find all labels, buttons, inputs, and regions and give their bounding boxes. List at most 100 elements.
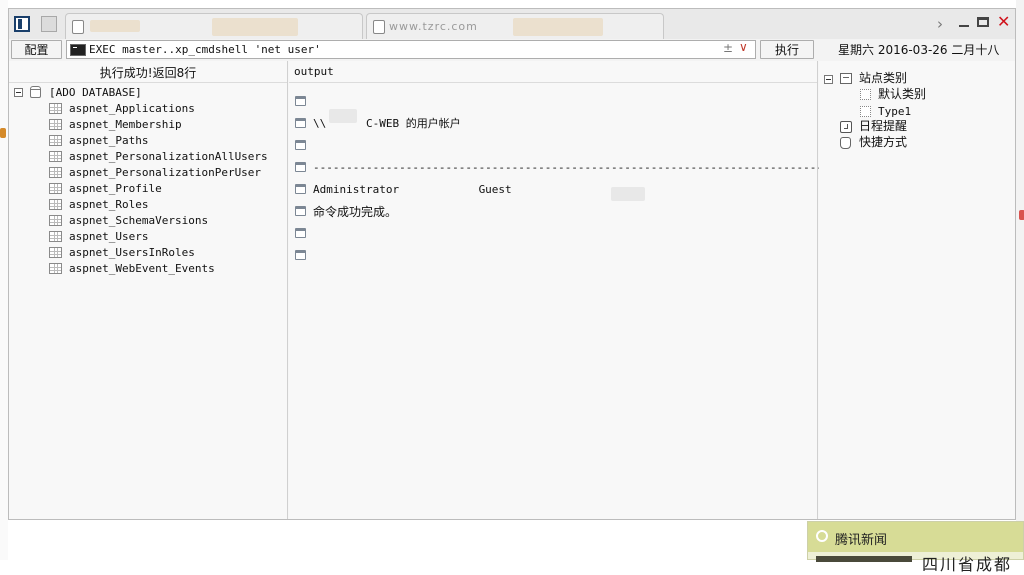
table-row[interactable]: aspnet_SchemaVersions <box>9 213 279 229</box>
output-cell: 命令成功完成。 <box>313 205 398 219</box>
tab-label: www.tzrc.com <box>389 20 478 33</box>
redacted-block <box>611 187 645 201</box>
app-tab-icon[interactable] <box>41 16 57 32</box>
tab-database[interactable] <box>65 13 363 39</box>
news-logo-icon <box>816 530 828 542</box>
table-row[interactable]: aspnet_Profile <box>9 181 279 197</box>
table-row[interactable]: aspnet_Users <box>9 229 279 245</box>
table-icon <box>49 263 62 274</box>
news-headline[interactable]: 四川省成都 <box>922 551 1012 575</box>
desktop-icon-fragment <box>0 128 6 138</box>
sidebar-item-type1[interactable]: Type1 <box>819 104 1009 120</box>
output-cell: ----------------------------------------… <box>313 161 837 174</box>
execute-button[interactable]: 执行 <box>760 40 814 59</box>
table-row[interactable]: aspnet_UsersInRoles <box>9 245 279 261</box>
row-icon <box>295 206 306 216</box>
redacted-block <box>329 109 357 123</box>
page-tab-icon <box>373 20 385 34</box>
table-row[interactable]: aspnet_Paths <box>9 133 279 149</box>
table-icon <box>49 215 62 226</box>
desktop-icon-fragment <box>1019 210 1024 220</box>
config-button[interactable]: 配置 <box>11 40 62 59</box>
status-header: 执行成功!返回8行 <box>9 61 287 83</box>
sidebar-item-schedule[interactable]: 日程提醒 <box>819 119 1009 135</box>
site-icon <box>840 73 852 84</box>
chevron-down-icon[interactable]: ∨ <box>739 40 748 54</box>
database-tab-icon <box>72 20 84 34</box>
news-popup-title: 腾讯新闻 <box>835 533 888 548</box>
table-name: aspnet_SchemaVersions <box>69 214 209 227</box>
close-icon[interactable]: ✕ <box>997 13 1010 31</box>
table-row[interactable]: aspnet_Roles <box>9 197 279 213</box>
sidebar-item-shortcuts[interactable]: 快捷方式 <box>819 135 1009 151</box>
output-cell: Administrator Guest <box>313 183 512 196</box>
date-display: 星期六 2016-03-26 二月十八 <box>838 43 1000 57</box>
command-toolbar: 配置 EXEC master..xp_cmdshell 'net user' ±… <box>9 39 1015 61</box>
sidebar-item-site-category[interactable]: 站点类别 <box>819 71 1009 87</box>
tab-site[interactable]: www.tzrc.com <box>366 13 664 39</box>
hand-icon <box>840 137 851 149</box>
collapse-icon[interactable] <box>824 75 833 84</box>
sidebar-toggle-icon[interactable] <box>14 16 30 32</box>
collapse-icon[interactable] <box>14 88 23 97</box>
news-popup-header: 腾讯新闻 <box>808 522 1023 552</box>
table-name: aspnet_Paths <box>69 134 149 147</box>
table-icon <box>49 119 62 130</box>
news-thumbnail[interactable] <box>816 556 912 562</box>
table-row[interactable]: aspnet_Applications <box>9 101 279 117</box>
news-popup[interactable]: 腾讯新闻 四川省成都 <box>807 521 1024 574</box>
table-icon <box>49 231 62 242</box>
table-row[interactable]: aspnet_PersonalizationAllUsers <box>9 149 279 165</box>
redacted-block <box>513 18 603 36</box>
output-header: output <box>289 61 817 83</box>
row-icon <box>295 162 306 172</box>
maximize-icon[interactable] <box>977 17 989 27</box>
chevron-right-icon[interactable]: › <box>937 15 943 33</box>
output-row[interactable] <box>295 247 805 265</box>
row-icon <box>295 118 306 128</box>
tab-bar: www.tzrc.com › ✕ <box>9 9 1015 40</box>
redacted-block <box>212 18 298 36</box>
table-name: aspnet_Roles <box>69 198 149 211</box>
table-name: aspnet_Applications <box>69 102 195 115</box>
table-name: aspnet_Users <box>69 230 149 243</box>
row-icon <box>295 250 306 260</box>
table-row[interactable]: aspnet_WebEvent_Events <box>9 261 279 277</box>
output-panel: output \\ C-WEB 的用户帐户 -------------------… <box>289 61 836 519</box>
output-column-header: output <box>294 65 334 78</box>
folder-icon <box>860 106 871 117</box>
table-name: aspnet_Profile <box>69 182 162 195</box>
sidebar-item-label: 快捷方式 <box>859 135 908 149</box>
output-row[interactable] <box>295 93 805 111</box>
table-name: aspnet_Membership <box>69 118 182 131</box>
redacted-block <box>90 20 140 32</box>
status-text: 执行成功!返回8行 <box>99 66 197 80</box>
table-row[interactable]: aspnet_PersonalizationPerUser <box>9 165 279 181</box>
desktop-right-edge <box>1016 0 1024 560</box>
minimize-icon[interactable] <box>959 25 969 27</box>
output-row[interactable]: 命令成功完成。 <box>295 203 805 221</box>
sidebar-item-label: 默认类别 <box>878 87 927 101</box>
plus-minus-icon[interactable]: ± <box>723 41 733 55</box>
table-row[interactable]: aspnet_Membership <box>9 117 279 133</box>
row-icon <box>295 228 306 238</box>
database-tree-panel: 执行成功!返回8行 [ADO DATABASE] aspnet_Applicat… <box>9 61 288 519</box>
output-row[interactable] <box>295 225 805 243</box>
output-row[interactable]: ----------------------------------------… <box>295 159 836 177</box>
sidebar-item-label: 日程提醒 <box>859 119 908 133</box>
table-name: aspnet_PersonalizationPerUser <box>69 166 262 179</box>
sidebar-item-default-category[interactable]: 默认类别 <box>819 87 1009 103</box>
tree-root-label: [ADO DATABASE] <box>49 86 142 99</box>
command-input[interactable]: EXEC master..xp_cmdshell 'net user' ± ∨ <box>66 40 756 59</box>
table-icon <box>49 199 62 210</box>
desktop-left-edge <box>0 0 8 560</box>
tree-root[interactable]: [ADO DATABASE] <box>9 85 279 101</box>
table-icon <box>49 167 62 178</box>
output-row[interactable]: \\ C-WEB 的用户帐户 <box>295 115 805 133</box>
output-row[interactable] <box>295 137 805 155</box>
command-text: EXEC master..xp_cmdshell 'net user' <box>89 43 321 56</box>
database-icon <box>30 86 41 98</box>
row-icon <box>295 140 306 150</box>
output-row[interactable]: Administrator Guest <box>295 181 805 199</box>
terminal-icon <box>70 44 86 56</box>
